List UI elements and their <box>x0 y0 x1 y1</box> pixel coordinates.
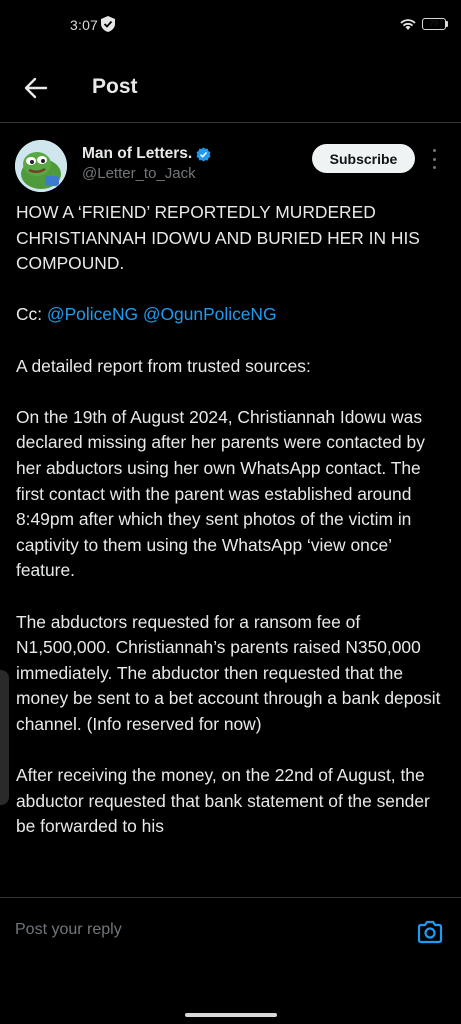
camera-icon[interactable] <box>416 918 444 946</box>
battery-tip <box>446 21 448 27</box>
post-cc-paragraph: Cc: @PoliceNG @OgunPoliceNG <box>16 302 446 328</box>
avatar[interactable] <box>15 140 67 192</box>
shield-check-icon <box>101 16 115 32</box>
verified-badge-icon <box>196 146 211 162</box>
back-button[interactable] <box>20 72 52 104</box>
reply-bar: Post your reply <box>0 897 461 965</box>
more-options-icon[interactable] <box>428 149 440 169</box>
author-name-text: Man of Letters. <box>82 145 193 162</box>
cc-label: Cc: <box>16 304 47 325</box>
post-author-row: Man of Letters. @Letter_to_Jack Subscrib… <box>0 138 461 192</box>
status-bar: 3:07 79 <box>0 0 461 50</box>
subscribe-button[interactable]: Subscribe <box>312 144 415 173</box>
post-paragraph: On the 19th of August 2024, Christiannah… <box>16 406 425 581</box>
author-name[interactable]: Man of Letters. <box>82 145 211 163</box>
post-paragraph: The abductors requested for a ransom fee… <box>16 611 441 734</box>
post-text: HOW A ‘FRIEND’ REPORTEDLY MURDERED CHRIS… <box>16 200 446 888</box>
post-paragraph: A detailed report from trusted sources: <box>16 355 311 376</box>
top-header: Post <box>0 50 461 123</box>
mention-link[interactable]: @PoliceNG <box>47 304 138 324</box>
battery-icon: 79 <box>422 18 446 30</box>
arrow-left-icon <box>24 77 48 99</box>
page-title: Post <box>92 75 138 98</box>
battery-level: 79 <box>429 19 439 28</box>
frog-avatar-icon <box>15 140 67 192</box>
status-time: 3:07 <box>70 17 99 33</box>
mention-link[interactable]: @OgunPoliceNG <box>143 304 277 324</box>
wifi-icon <box>400 19 416 30</box>
post-title-paragraph: HOW A ‘FRIEND’ REPORTEDLY MURDERED CHRIS… <box>16 202 420 274</box>
reply-input[interactable]: Post your reply <box>15 921 122 939</box>
edge-panel-handle[interactable] <box>0 670 9 805</box>
post-paragraph: After receiving the money, on the 22nd o… <box>16 765 430 837</box>
home-indicator[interactable] <box>185 1013 277 1017</box>
author-handle[interactable]: @Letter_to_Jack <box>82 165 196 182</box>
